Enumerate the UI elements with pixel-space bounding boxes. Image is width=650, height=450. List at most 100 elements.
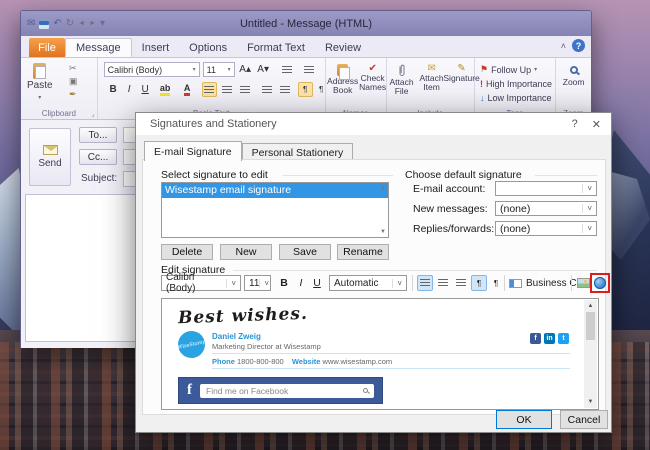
paste-dropdown-icon[interactable]: ▾ [38,92,41,104]
website-label: Website [292,357,321,366]
rule-default [535,175,597,176]
address-book-icon [337,64,348,76]
edit-rtl-icon[interactable]: ¶ [488,275,504,291]
font-color-combo[interactable]: Automatic [329,275,407,291]
font-name-combo[interactable]: Calibri (Body) [104,62,200,77]
signature-listbox[interactable]: Wisestamp email signature ▲ ▼ [161,182,389,238]
tab-insert[interactable]: Insert [132,38,180,57]
scroll-down-icon[interactable]: ▼ [588,396,594,408]
listbox-scroll-down-icon[interactable]: ▼ [380,229,386,235]
scroll-thumb[interactable] [586,312,595,340]
title-bar[interactable]: ✉ ↶ ↻ ◄ ► ▾ Untitled - Message (HTML) [21,11,591,36]
insert-picture-icon[interactable] [575,275,591,291]
tab-options[interactable]: Options [179,38,237,57]
attach-file-button[interactable]: Attach File [387,60,417,96]
format-painter-icon[interactable]: ✒ [69,89,77,100]
edit-underline-button[interactable]: U [309,275,325,291]
paste-icon [33,63,46,79]
ok-button[interactable]: OK [496,410,552,429]
edit-bold-button[interactable]: B [276,275,292,291]
save-button[interactable]: Save [279,244,331,260]
signature-divider-bottom [212,368,570,369]
italic-button[interactable]: I [122,82,137,97]
align-right-icon[interactable] [238,82,253,97]
ribbon-group-clipboard: Paste ▾ ✂ ▣ ✒ Clipboard [21,58,98,119]
cc-button[interactable]: Cc... [79,149,117,165]
low-importance-button[interactable]: ↓ Low Importance [480,91,552,104]
tab-email-signature[interactable]: E-mail Signature [144,141,242,161]
copy-icon[interactable]: ▣ [69,76,78,87]
new-messages-label: New messages: [413,203,488,215]
signature-divider-top [212,353,570,354]
email-account-combo[interactable] [495,181,597,196]
preview-scrollbar[interactable]: ▲ ▼ [584,300,597,408]
scroll-up-icon[interactable]: ▲ [588,300,594,312]
paste-button[interactable]: Paste ▾ [27,63,53,104]
align-left-icon[interactable] [202,82,217,97]
cut-icon[interactable]: ✂ [69,63,77,74]
linkedin-icon[interactable]: in [544,333,555,344]
replies-forwards-combo[interactable]: (none) [495,221,597,236]
insert-hyperlink-icon[interactable] [594,277,606,289]
ribbon-tab-row: File Message Insert Options Format Text … [21,36,591,58]
align-center-icon[interactable] [220,82,235,97]
rename-button[interactable]: Rename [337,244,389,260]
shrink-font-icon[interactable]: A▾ [256,62,271,77]
dialog-help-icon[interactable]: ? [572,118,578,131]
facebook-banner[interactable]: f Find me on Facebook [178,377,383,404]
font-color-icon[interactable]: A [180,82,195,97]
check-names-button[interactable]: ✔ Check Names [358,60,388,92]
bold-button[interactable]: B [106,82,121,97]
signature-greeting: Best wishes. [178,304,308,329]
edit-font-combo[interactable]: Calibri (Body) [161,275,241,291]
attach-item-button[interactable]: ✉ Attach Item [417,60,447,92]
follow-up-flag-icon: ⚑ [480,64,488,75]
font-size-combo[interactable]: 11 [203,62,235,77]
signature-list-item[interactable]: Wisestamp email signature [162,183,388,198]
bullets-icon[interactable] [280,62,295,77]
edit-align-right-icon[interactable] [453,275,469,291]
signature-preview[interactable]: ▲ ▼ Best wishes. WiseStamp Daniel Zweig … [161,298,599,410]
tab-file[interactable]: File [29,38,65,57]
new-button[interactable]: New [220,244,272,260]
edit-align-left-icon[interactable] [417,275,433,291]
dialog-close-icon[interactable]: ✕ [592,118,601,131]
address-book-button[interactable]: Address Book [328,60,358,95]
high-importance-button[interactable]: ! High Importance [480,77,552,90]
edit-ltr-icon[interactable]: ¶ [471,275,487,291]
check-names-icon: ✔ [368,64,376,73]
facebook-banner-f-icon: f [187,382,192,399]
numbering-icon[interactable] [302,62,317,77]
underline-button[interactable]: U [138,82,153,97]
grow-font-icon[interactable]: A▴ [238,62,253,77]
website-value[interactable]: www.wisestamp.com [323,357,393,366]
cancel-button[interactable]: Cancel [560,410,608,429]
ltr-direction-icon[interactable]: ¶ [298,82,313,97]
ribbon-group-basic-text: Calibri (Body) 11 A▴ A▾ B I U ab A [98,58,326,119]
increase-indent-icon[interactable] [278,82,293,97]
help-icon[interactable]: ? [572,39,585,52]
tab-message[interactable]: Message [65,38,132,57]
edit-align-center-icon[interactable] [435,275,451,291]
tab-format-text[interactable]: Format Text [237,38,315,57]
twitter-icon[interactable]: t [558,333,569,344]
signature-button[interactable]: ✎ Signature [447,60,477,83]
zoom-button[interactable]: Zoom [559,62,589,87]
follow-up-button[interactable]: ⚑ Follow Up ▾ [480,63,537,76]
dialog-title-bar[interactable]: Signatures and Stationery ? ✕ [136,113,611,135]
edit-size-combo[interactable]: 11 [244,275,271,291]
edit-italic-button[interactable]: I [293,275,309,291]
wisestamp-logo: WiseStamp [175,328,207,360]
business-card-icon [509,279,522,288]
listbox-scroll-up-icon[interactable]: ▲ [380,185,386,191]
tab-review[interactable]: Review [315,38,371,57]
minimize-ribbon-icon[interactable]: ˄ [561,41,566,51]
highlight-color-icon[interactable]: ab [158,82,173,97]
to-button[interactable]: To... [79,127,117,143]
facebook-banner-box[interactable]: Find me on Facebook [200,384,374,398]
new-messages-combo[interactable]: (none) [495,201,597,216]
facebook-icon[interactable]: f [530,333,541,344]
delete-button[interactable]: Delete [161,244,213,260]
send-button[interactable]: Send [29,128,71,186]
decrease-indent-icon[interactable] [260,82,275,97]
